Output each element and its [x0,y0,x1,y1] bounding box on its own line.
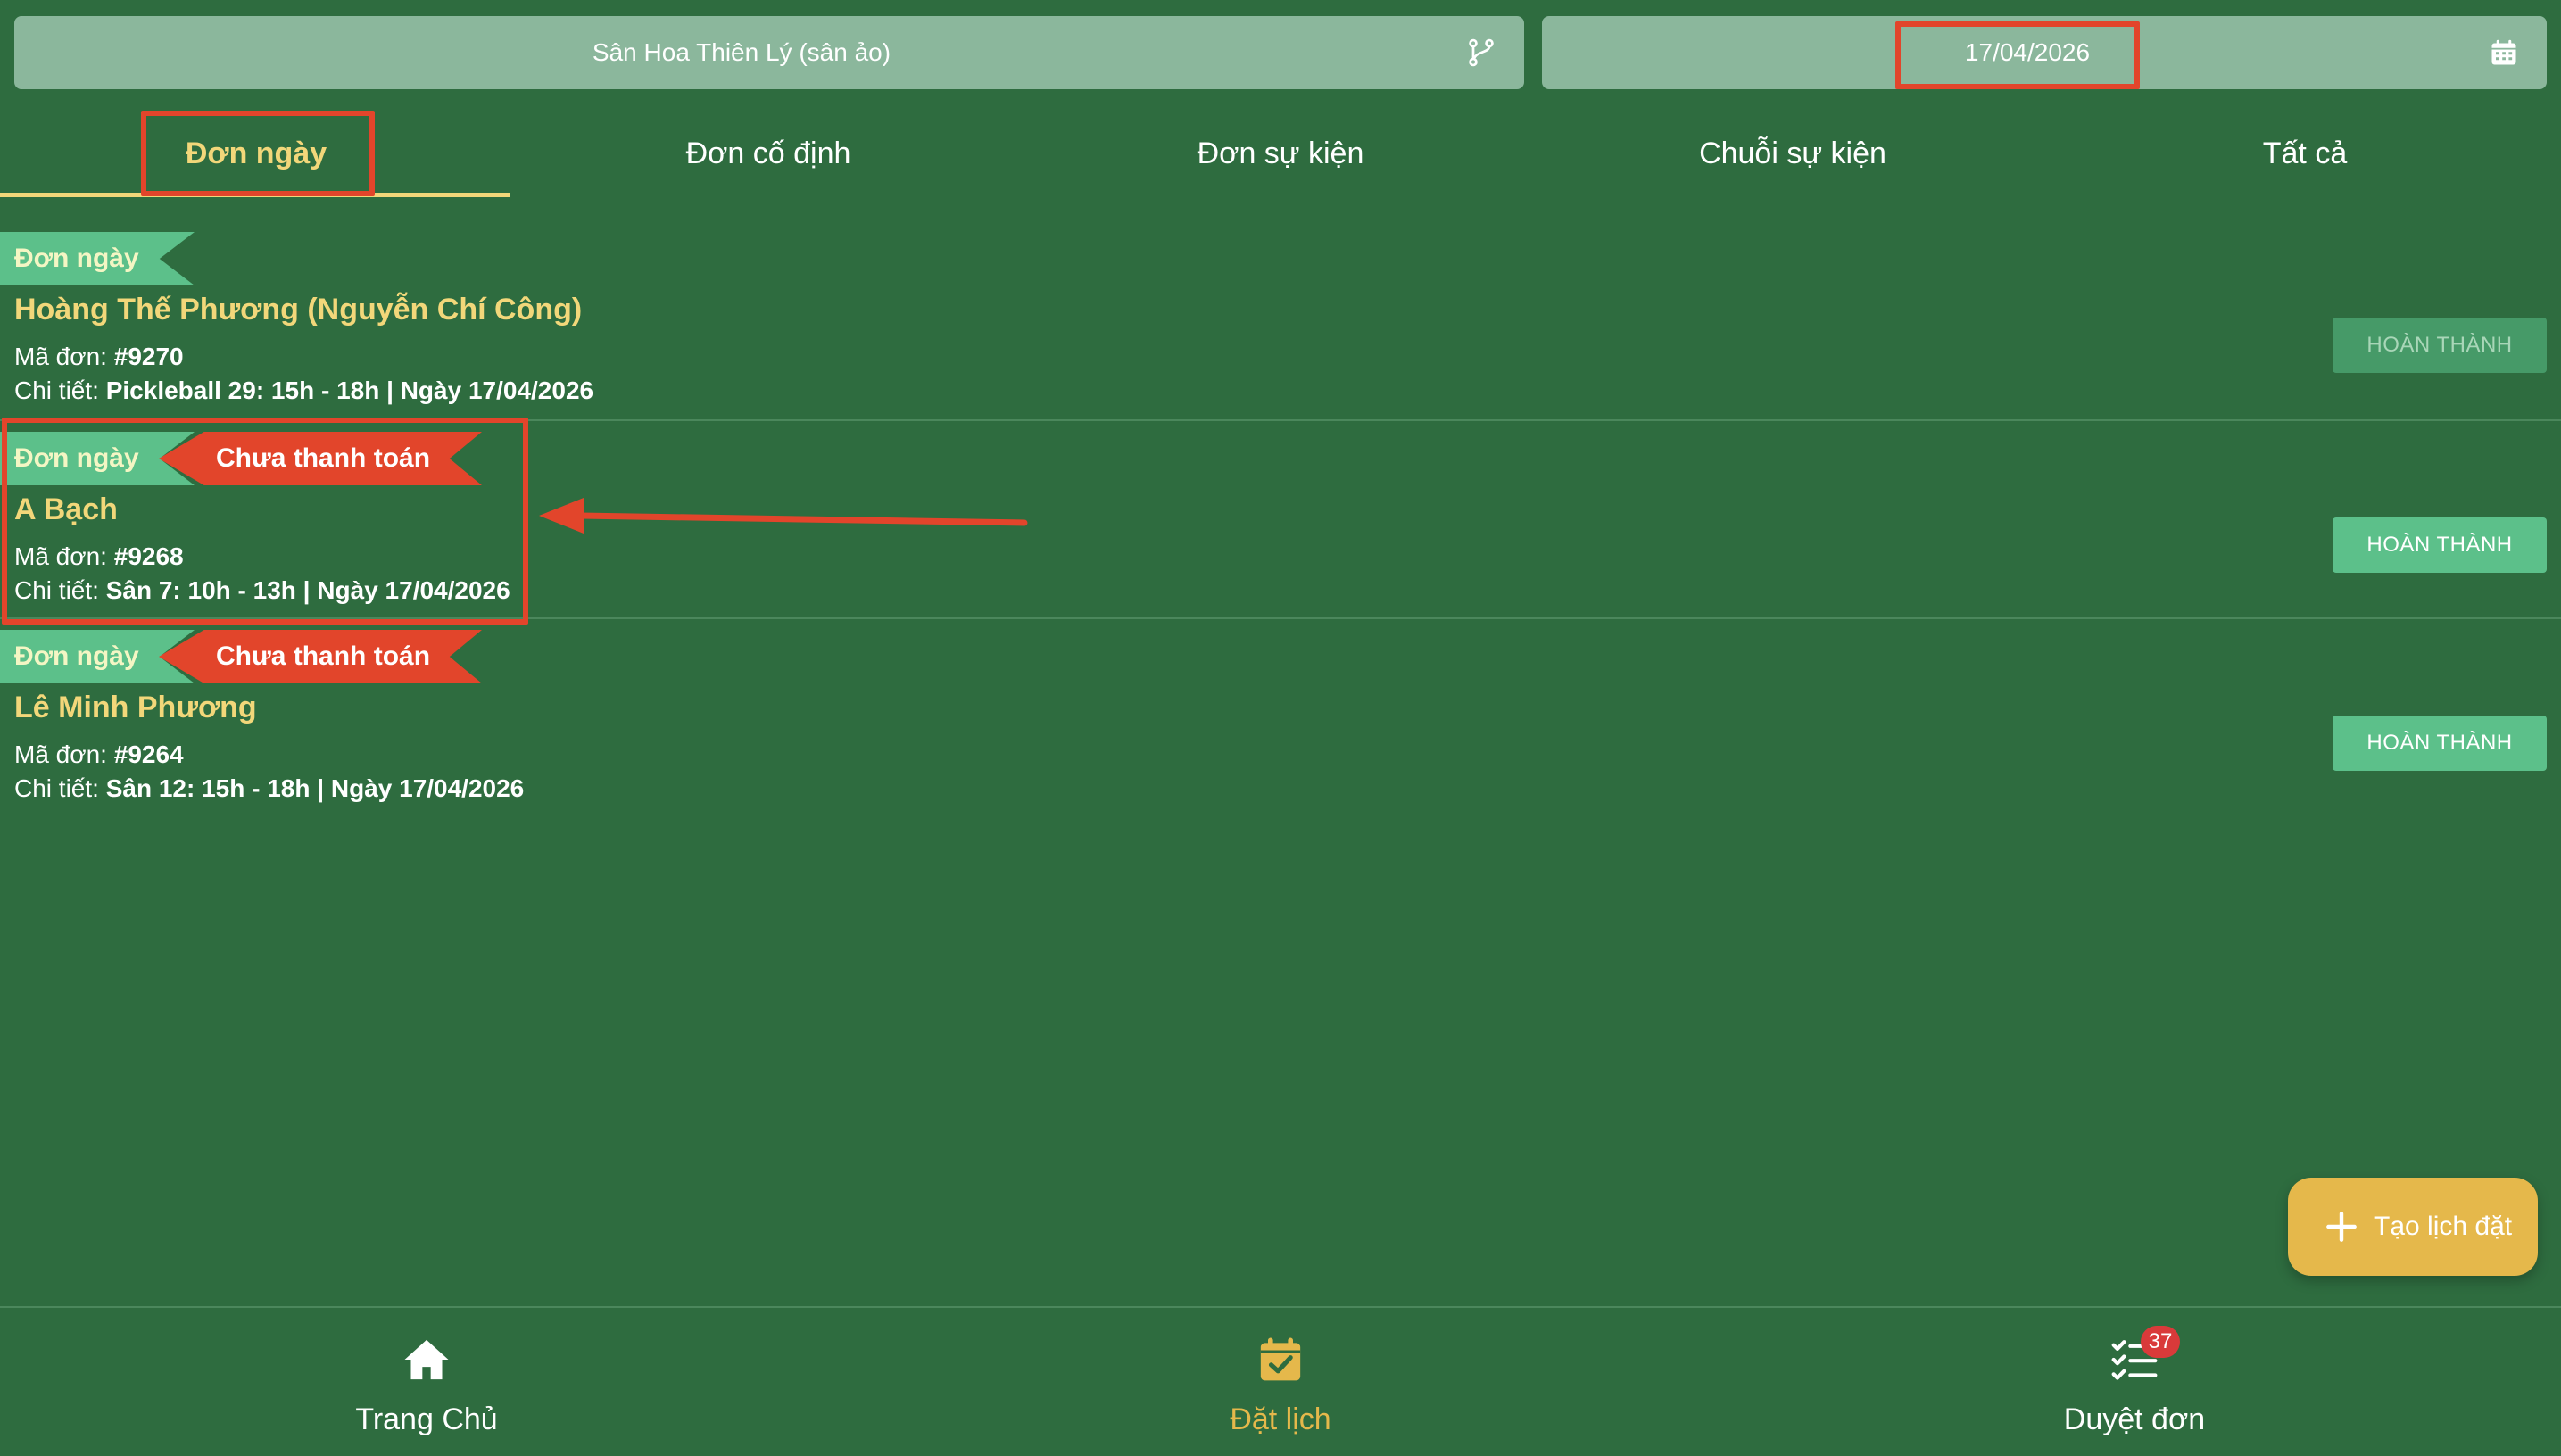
home-icon [404,1339,449,1380]
venue-selector[interactable]: Sân Hoa Thiên Lý (sân ảo) [14,16,1524,89]
customer-name: A Bạch [14,492,118,526]
active-tab-indicator [0,193,510,197]
annotation-highlight-date [1895,21,2140,89]
order-code-line: Mã đơn: #9270 [14,343,184,371]
plus-icon [2326,1212,2357,1242]
order-code-line: Mã đơn: #9264 [14,740,184,769]
order-type-tabs: Đơn ngày Đơn cố định Đơn sự kiện Chuỗi s… [0,100,2561,200]
order-list-item[interactable]: Đơn ngày Hoàng Thế Phương (Nguyễn Chí Cô… [0,221,2561,419]
nav-label-home: Trang Chủ [355,1402,498,1436]
order-detail-line: Chi tiết: Sân 12: 15h - 18h | Ngày 17/04… [14,774,524,803]
order-detail-line: Chi tiết: Pickleball 29: 15h - 18h | Ngà… [14,376,593,405]
unpaid-badge: Chưa thanh toán [159,630,482,683]
complete-button[interactable]: HOÀN THÀNH [2333,716,2547,771]
order-list-item[interactable]: Đơn ngày Chưa thanh toán Lê Minh Phương … [0,617,2561,817]
create-booking-label: Tạo lịch đặt [2374,1212,2513,1241]
nav-label-approve: Duyệt đơn [2063,1402,2206,1436]
order-list-item[interactable]: Đơn ngày Chưa thanh toán A Bạch Mã đơn: … [0,419,2561,619]
order-code: #9264 [113,740,184,768]
tab-don-co-dinh[interactable]: Đơn cố định [512,100,1024,200]
date-selector[interactable]: 17/04/2026 [1542,16,2547,89]
nav-item-home[interactable]: Trang Chủ [0,1308,853,1456]
tab-tat-ca[interactable]: Tất cả [2049,100,2561,200]
order-code-label: Mã đơn: [14,542,107,570]
order-detail-line: Chi tiết: Sân 7: 10h - 13h | Ngày 17/04/… [14,576,510,605]
tab-chuoi-su-kien[interactable]: Chuỗi sự kiện [1537,100,2049,200]
order-detail: Sân 7: 10h - 13h | Ngày 17/04/2026 [105,576,510,604]
order-detail-label: Chi tiết: [14,376,99,404]
unpaid-badge: Chưa thanh toán [159,432,482,485]
customer-name: Hoàng Thế Phương (Nguyễn Chí Công) [14,293,583,327]
tab-don-su-kien[interactable]: Đơn sự kiện [1024,100,1537,200]
venue-selector-value: Sân Hoa Thiên Lý (sân ảo) [592,38,891,66]
bottom-navigation: Trang Chủ Đặt lịch 37 Duyệt đơn [0,1306,2561,1456]
order-detail-label: Chi tiết: [14,576,99,604]
order-detail-label: Chi tiết: [14,774,99,802]
calendar-check-icon [1260,1337,1301,1381]
nav-label-booking: Đặt lịch [1230,1402,1331,1436]
order-code: #9270 [113,343,184,370]
order-code-label: Mã đơn: [14,343,107,370]
order-type-badge: Đơn ngày [0,232,195,285]
order-detail: Sân 12: 15h - 18h | Ngày 17/04/2026 [105,774,525,802]
annotation-arrow-icon [539,498,1028,534]
calendar-icon [2491,39,2516,65]
branch-icon [1469,38,1494,67]
tab-don-ngay[interactable]: Đơn ngày [0,100,512,200]
complete-button[interactable]: HOÀN THÀNH [2333,318,2547,373]
complete-button[interactable]: HOÀN THÀNH [2333,517,2547,573]
order-code-label: Mã đơn: [14,740,107,768]
pending-count-badge: 37 [2141,1326,2180,1358]
customer-name: Lê Minh Phương [14,691,257,724]
create-booking-button[interactable]: Tạo lịch đặt [2288,1178,2538,1276]
order-code-line: Mã đơn: #9268 [14,542,184,571]
order-detail: Pickleball 29: 15h - 18h | Ngày 17/04/20… [105,376,594,404]
nav-item-booking[interactable]: Đặt lịch [854,1308,1707,1456]
nav-item-approve[interactable]: 37 Duyệt đơn [1708,1308,2561,1456]
order-code: #9268 [113,542,184,570]
